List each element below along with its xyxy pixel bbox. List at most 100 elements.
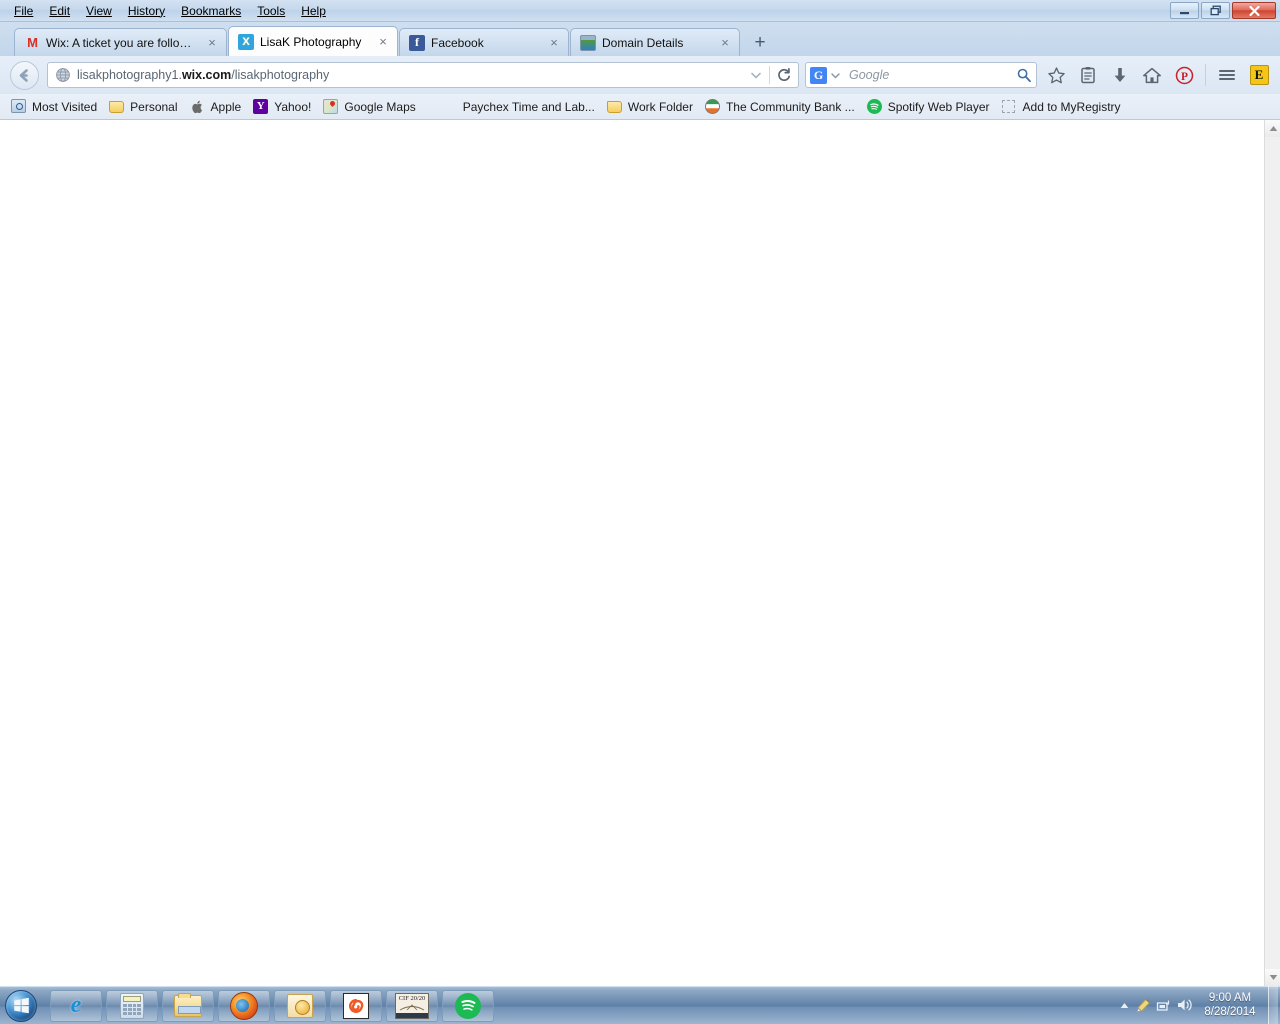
bookmark-add-to-myregistry[interactable]: Add to MyRegistry <box>996 96 1127 118</box>
taskbar-firefox[interactable] <box>218 989 270 1022</box>
menu-tools[interactable]: Tools <box>249 2 293 21</box>
address-bar-actions <box>749 66 794 84</box>
menu-edit-label: Edit <box>49 3 71 18</box>
menu-hamburger-button[interactable] <box>1212 61 1242 89</box>
chevron-down-icon[interactable] <box>749 68 763 82</box>
bookmark-apple[interactable]: Apple <box>184 96 248 118</box>
start-orb[interactable] <box>2 988 40 1024</box>
bookmark-most-visited[interactable]: Most Visited <box>5 96 103 118</box>
outlook-icon <box>287 993 313 1018</box>
flag-pen-icon <box>1136 998 1151 1013</box>
new-tab-button[interactable]: + <box>747 30 773 56</box>
volume-button[interactable] <box>1174 994 1194 1016</box>
tab-close-button[interactable]: × <box>204 35 220 51</box>
taskbar-items: e CIF 20/20 <box>50 989 494 1022</box>
scroll-up-button[interactable] <box>1265 120 1280 137</box>
scroll-down-button[interactable] <box>1265 969 1280 986</box>
minimize-button[interactable] <box>1170 2 1199 19</box>
scroll-down-arrow-icon <box>1269 975 1277 980</box>
bookmark-work-folder[interactable]: Work Folder <box>601 96 699 118</box>
bookmark-spotify-web-player[interactable]: Spotify Web Player <box>861 96 996 118</box>
tab-lisak-photography[interactable]: X LisaK Photography × <box>228 26 398 56</box>
taskbar-calculator[interactable] <box>106 989 158 1022</box>
tab-list: M Wix: A ticket you are follow... × X Li… <box>14 26 773 56</box>
home-icon <box>1143 67 1161 83</box>
bookmark-personal[interactable]: Personal <box>103 96 183 118</box>
vertical-scrollbar[interactable] <box>1264 120 1280 986</box>
bookmark-community-bank[interactable]: The Community Bank ... <box>699 96 861 118</box>
bookmark-yahoo[interactable]: Y Yahoo! <box>247 96 317 118</box>
menu-history[interactable]: History <box>120 2 173 21</box>
extension-button[interactable]: E <box>1244 61 1274 89</box>
apple-glyph <box>191 100 202 113</box>
search-engine-chevron-icon[interactable] <box>830 70 841 81</box>
show-desktop-button[interactable] <box>1268 986 1278 1024</box>
blank-icon <box>442 99 458 115</box>
menu-edit[interactable]: Edit <box>41 2 78 21</box>
spotify-taskbar-icon <box>455 992 481 1019</box>
back-button[interactable] <box>10 60 39 90</box>
tab-close-button[interactable]: × <box>546 35 562 51</box>
spiral-glyph <box>349 998 364 1013</box>
tab-facebook[interactable]: f Facebook × <box>399 28 569 56</box>
taskbar-cif-2020[interactable]: CIF 20/20 <box>386 989 438 1022</box>
clock-date: 8/28/2014 <box>1204 1006 1256 1018</box>
yahoo-icon: Y <box>253 98 269 115</box>
pinterest-button[interactable]: P <box>1169 61 1199 89</box>
bookmark-label: Work Folder <box>627 99 693 114</box>
tab-domain-details[interactable]: Domain Details × <box>570 28 740 56</box>
bookmark-google-maps[interactable]: Google Maps <box>317 96 421 118</box>
menu-tools-label: Tools <box>257 3 286 18</box>
tab-close-button[interactable]: × <box>717 35 733 51</box>
search-bar[interactable]: G Google <box>805 62 1037 88</box>
calculator-icon <box>120 992 144 1019</box>
taskbar-outlook[interactable] <box>274 989 326 1022</box>
search-input[interactable]: Google <box>841 68 1016 82</box>
facebook-icon: f <box>409 34 425 51</box>
google-maps-icon <box>323 98 339 115</box>
folder-icon <box>606 99 623 115</box>
home-button[interactable] <box>1137 61 1167 89</box>
reading-list-button[interactable] <box>1073 61 1103 89</box>
taskbar-spiral-app[interactable] <box>330 989 382 1022</box>
window-controls <box>1170 2 1276 19</box>
url-prefix: lisakphotography1. <box>77 68 182 82</box>
magnifier-icon[interactable] <box>1016 67 1032 83</box>
wix-icon: X <box>238 33 254 50</box>
spotify-waves-glyph <box>460 1000 475 1011</box>
address-bar[interactable]: lisakphotography1.wix.com/lisakphotograp… <box>47 62 799 88</box>
menu-hamburger-icon <box>1219 70 1235 80</box>
menu-bookmarks[interactable]: Bookmarks <box>173 2 249 21</box>
tab-label: Facebook <box>431 35 484 50</box>
tab-gmail-wix-ticket[interactable]: M Wix: A ticket you are follow... × <box>14 28 227 56</box>
taskbar-internet-explorer[interactable]: e <box>50 989 102 1022</box>
google-icon: G <box>810 66 827 84</box>
reload-icon[interactable] <box>776 67 792 83</box>
toolbar-divider <box>1205 64 1206 86</box>
close-button[interactable] <box>1232 2 1276 19</box>
back-arrow-icon <box>19 68 28 82</box>
menu-help[interactable]: Help <box>293 2 334 21</box>
show-hidden-icons-button[interactable] <box>1114 994 1134 1016</box>
network-button[interactable] <box>1154 994 1174 1016</box>
bookmark-label: Paychex Time and Lab... <box>462 99 595 114</box>
menu-file[interactable]: File <box>6 2 41 21</box>
taskbar-spotify[interactable] <box>442 989 494 1022</box>
taskbar-file-explorer[interactable] <box>162 989 214 1022</box>
system-tray: 9:00 AM 8/28/2014 <box>1114 986 1280 1024</box>
navigation-toolbar: lisakphotography1.wix.com/lisakphotograp… <box>0 56 1280 94</box>
bookmark-star-button[interactable] <box>1041 61 1071 89</box>
reading-list-icon <box>1081 66 1095 83</box>
downloads-button[interactable] <box>1105 61 1135 89</box>
taskbar-clock[interactable]: 9:00 AM 8/28/2014 <box>1194 991 1266 1019</box>
tab-close-button[interactable]: × <box>375 34 391 50</box>
menu-view[interactable]: View <box>78 2 120 21</box>
bookmark-paychex[interactable]: Paychex Time and Lab... <box>436 96 601 118</box>
scroll-up-arrow-icon <box>1269 126 1277 131</box>
bookmark-star-icon <box>1047 66 1065 83</box>
downloads-icon <box>1114 67 1126 82</box>
restore-button[interactable] <box>1201 2 1230 19</box>
action-center-button[interactable] <box>1134 994 1154 1016</box>
cif-label: CIF 20/20 <box>398 994 426 1002</box>
page-content <box>0 120 1280 986</box>
